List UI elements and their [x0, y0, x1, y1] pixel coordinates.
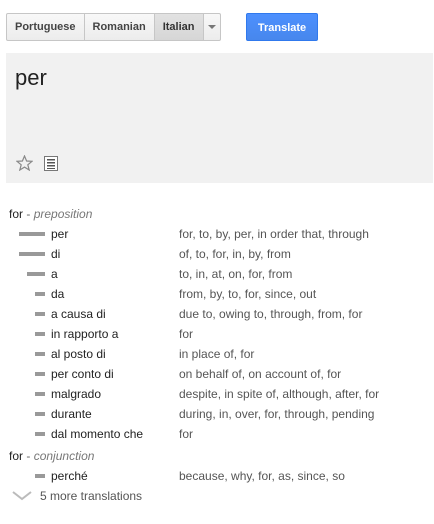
dictionary-entry-row: per conto di on behalf of, on account of,…: [0, 367, 434, 387]
language-bar: Portuguese Romanian Italian: [6, 13, 221, 41]
dictionary-entry-row: di of, to, for, in, by, from: [0, 247, 434, 267]
pos-header-label: conjunction: [33, 449, 95, 463]
entry-translations: in place of, for: [179, 347, 255, 361]
entry-translations: due to, owing to, through, from, for: [179, 307, 363, 321]
frequency-bar: [35, 392, 45, 396]
entry-word[interactable]: a: [51, 267, 58, 281]
dictionary-entry-row: malgrado despite, in spite of, although, …: [0, 387, 434, 407]
dictionary-entry-row: a to, in, at, on, for, from: [0, 267, 434, 287]
entry-translations: from, by, to, for, since, out: [179, 287, 317, 301]
dictionary-entry-row: da from, by, to, for, since, out: [0, 287, 434, 307]
frequency-bar: [19, 252, 45, 256]
entry-word[interactable]: a causa di: [51, 307, 106, 321]
frequency-bar: [35, 352, 45, 356]
entry-translations: of, to, for, in, by, from: [179, 247, 291, 261]
pos-header-word: for: [9, 449, 24, 463]
entry-word[interactable]: da: [51, 287, 64, 301]
entry-translations: on behalf of, on account of, for: [179, 367, 342, 381]
dictionary-entry-row: a causa di due to, owing to, through, fro…: [0, 307, 434, 327]
entry-translations: for, to, by, per, in order that, through: [179, 227, 369, 241]
frequency-bar: [27, 272, 45, 276]
entry-word[interactable]: perché: [51, 469, 88, 483]
pos-header-word: for: [9, 207, 24, 221]
frequency-bar: [35, 332, 45, 336]
source-text-box[interactable]: per: [6, 53, 433, 183]
dictionary-entry-row: in rapporto a for: [0, 327, 434, 347]
entry-translations: for: [179, 327, 194, 341]
entry-word[interactable]: per conto di: [51, 367, 114, 381]
entry-word[interactable]: in rapporto a: [51, 327, 118, 341]
list-icon[interactable]: [44, 156, 58, 171]
caret-down-icon: [207, 25, 216, 29]
more-translations-toggle[interactable]: 5 more translations: [12, 489, 142, 503]
frequency-bar: [35, 432, 45, 436]
frequency-bar: [35, 372, 45, 376]
pos-header-dash: -: [26, 449, 31, 463]
dictionary-entry-row: per for, to, by, per, in order that, thro…: [0, 227, 434, 247]
dictionary-entry-row: al posto di in place of, for: [0, 347, 434, 367]
part-of-speech-header: for - preposition: [9, 207, 92, 221]
frequency-bar: [35, 412, 45, 416]
language-dropdown-button[interactable]: [202, 13, 221, 41]
part-of-speech-header: for - conjunction: [9, 449, 94, 463]
frequency-bar: [35, 312, 45, 316]
entry-translations: for: [179, 427, 194, 441]
translate-button[interactable]: Translate: [246, 13, 318, 41]
entry-word[interactable]: al posto di: [51, 347, 106, 361]
pos-header-label: preposition: [33, 207, 93, 221]
dictionary-entry-row: perché because, why, for, as, since, so: [0, 469, 434, 489]
entry-translations: despite, in spite of, although, after, f…: [179, 387, 380, 401]
entry-translations: during, in, over, for, through, pending: [179, 407, 375, 421]
star-icon[interactable]: [16, 155, 33, 171]
frequency-bar: [35, 292, 45, 296]
dictionary-entry-row: durante during, in, over, for, through, p…: [0, 407, 434, 427]
entry-word[interactable]: di: [51, 247, 60, 261]
dictionary-entry-row: dal momento che for: [0, 427, 434, 447]
lang-button-portuguese[interactable]: Portuguese: [6, 13, 85, 41]
entry-word[interactable]: per: [51, 227, 68, 241]
entry-translations: because, why, for, as, since, so: [179, 469, 345, 483]
lang-button-romanian[interactable]: Romanian: [83, 13, 155, 41]
entry-translations: to, in, at, on, for, from: [179, 267, 293, 281]
pos-header-dash: -: [26, 207, 31, 221]
lang-button-italian[interactable]: Italian: [153, 13, 204, 41]
entry-word[interactable]: dal momento che: [51, 427, 143, 441]
more-translations-label: 5 more translations: [40, 489, 143, 503]
entry-word[interactable]: malgrado: [51, 387, 101, 401]
source-text: per: [15, 65, 47, 90]
chevron-down-icon: [12, 491, 32, 501]
frequency-bar: [19, 232, 45, 236]
entry-word[interactable]: durante: [51, 407, 92, 421]
frequency-bar: [35, 474, 45, 478]
